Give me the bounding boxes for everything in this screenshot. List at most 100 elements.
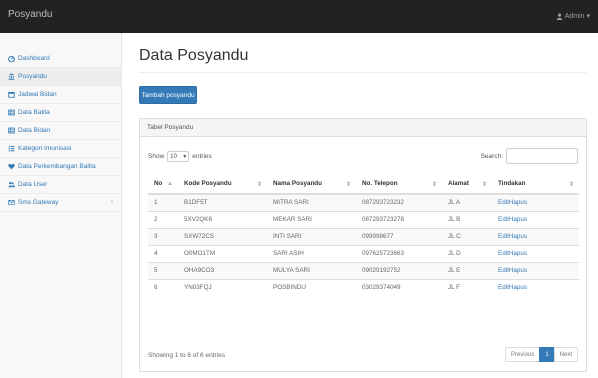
- sort-icon: ⇕: [568, 182, 574, 188]
- show-label: Show: [148, 153, 165, 160]
- cell-telepon: 099998677: [356, 227, 442, 245]
- cell-no: 1: [148, 193, 178, 211]
- delete-link[interactable]: Hapus: [509, 199, 527, 206]
- cell-tindakan: EditHapus: [492, 261, 579, 279]
- sidebar-item-sms-gateway[interactable]: Sms Gateway ‹: [0, 194, 121, 212]
- sidebar-item-data-balita[interactable]: Data Balita: [0, 104, 121, 122]
- cell-tindakan: EditHapus: [492, 278, 579, 296]
- sort-asc-icon: ▲: [167, 181, 173, 187]
- cell-telepon: 09029192752: [356, 261, 442, 279]
- sort-icon: ⇕: [256, 182, 262, 188]
- column-header-telepon[interactable]: No. Telepon ⇕: [356, 174, 442, 195]
- sidebar-item-label: Dashboard: [18, 55, 50, 62]
- posyandu-panel: Tabel Posyandu Show 10 ▾ entries Search:…: [139, 118, 587, 372]
- column-header-kode[interactable]: Kode Posyandu ⇕: [178, 174, 267, 195]
- cell-no: 6: [148, 278, 178, 296]
- heart-icon: [8, 163, 15, 170]
- table-row: 3 SXW72CS INTI SARI 099998677 JL C EditH…: [148, 227, 579, 245]
- add-posyandu-button[interactable]: Tambah posyandu: [139, 86, 197, 104]
- table-info: Showing 1 to 6 of 6 entries: [148, 352, 225, 359]
- edit-link[interactable]: Edit: [498, 216, 509, 223]
- cell-kode: 5XV2QK6: [178, 210, 267, 228]
- table-row: 5 OHA9CO3 MULYA SARI 09029192752 JL E Ed…: [148, 261, 579, 279]
- sidebar-item-jadwal-bidan[interactable]: Jadwal Bidan: [0, 86, 121, 104]
- cell-alamat: JL B: [442, 210, 492, 228]
- edit-link[interactable]: Edit: [498, 233, 509, 240]
- cell-no: 3: [148, 227, 178, 245]
- column-header-no[interactable]: No ▲: [148, 174, 178, 195]
- sidebar-item-data-user[interactable]: Data User: [0, 176, 121, 194]
- panel-heading: Tabel Posyandu: [140, 119, 586, 137]
- cell-kode: YN03FQJ: [178, 278, 267, 296]
- table-row: 1 B1DF5T MITRA SARI 087293723232 JL A Ed…: [148, 193, 579, 211]
- column-header-alamat[interactable]: Alamat ⇕: [442, 174, 492, 195]
- column-header-nama[interactable]: Nama Posyandu ⇕: [267, 174, 356, 195]
- sidebar: Dashboard Posyandu Jadwal Bidan Data Bal…: [0, 33, 122, 378]
- list-icon: [8, 145, 15, 152]
- delete-link[interactable]: Hapus: [509, 216, 527, 223]
- sidebar-item-label: Posyandu: [18, 73, 47, 80]
- sidebar-item-label: Jadwal Bidan: [18, 91, 57, 98]
- users-icon: [8, 181, 15, 188]
- previous-page-button[interactable]: Previous: [504, 347, 541, 362]
- sidebar-item-label: Data Bidan: [18, 127, 51, 134]
- delete-link[interactable]: Hapus: [509, 250, 527, 257]
- page-length-control: Show 10 ▾ entries: [148, 151, 212, 162]
- cell-nama: MULYA SARI: [267, 261, 356, 279]
- cell-kode: B1DF5T: [178, 193, 267, 211]
- cell-telepon: 087293723278: [356, 210, 442, 228]
- cell-tindakan: EditHapus: [492, 193, 579, 211]
- user-icon: [556, 13, 562, 20]
- column-header-tindakan[interactable]: Tindakan ⇕: [492, 174, 579, 195]
- table-row: 4 O0MO1TM SARI ASIH 097625723663 JL D Ed…: [148, 244, 579, 262]
- cell-alamat: JL D: [442, 244, 492, 262]
- cell-nama: INTI SARI: [267, 227, 356, 245]
- chevron-left-icon: ‹: [111, 199, 113, 205]
- search-label: Search:: [480, 152, 503, 160]
- brand-title[interactable]: Posyandu: [8, 9, 52, 20]
- table-row: 2 5XV2QK6 MEKAR SARI 087293723278 JL B E…: [148, 210, 579, 228]
- page-size-value: 10: [170, 153, 177, 160]
- edit-link[interactable]: Edit: [498, 267, 509, 274]
- delete-link[interactable]: Hapus: [509, 233, 527, 240]
- sidebar-item-dashboard[interactable]: Dashboard: [0, 50, 121, 68]
- cell-nama: MITRA SARI: [267, 193, 356, 211]
- cell-alamat: JL F: [442, 278, 492, 296]
- sidebar-item-label: Data Balita: [18, 109, 50, 116]
- sidebar-item-label: Kategori Imunisasi: [18, 145, 72, 152]
- table-search: Search:: [481, 148, 578, 164]
- table-header-row: No ▲ Kode Posyandu ⇕ Nama Posyandu ⇕ No. Te…: [148, 174, 579, 195]
- sidebar-item-label: Data User: [18, 181, 48, 188]
- sidebar-item-kategori-imunisasi[interactable]: Kategori Imunisasi: [0, 140, 121, 158]
- cell-telepon: 087293723232: [356, 193, 442, 211]
- sidebar-item-posyandu[interactable]: Posyandu: [0, 68, 121, 86]
- edit-link[interactable]: Edit: [498, 199, 509, 206]
- bank-icon: [8, 73, 15, 80]
- user-menu[interactable]: Admin ▾: [556, 12, 590, 20]
- cell-tindakan: EditHapus: [492, 244, 579, 262]
- page-1-button[interactable]: 1: [539, 347, 555, 362]
- sort-icon: ⇕: [431, 182, 437, 188]
- table-icon: [8, 127, 15, 134]
- cell-no: 2: [148, 210, 178, 228]
- sidebar-item-label: Sms Gateway: [18, 199, 59, 206]
- sidebar-item-data-bidan[interactable]: Data Bidan: [0, 122, 121, 140]
- top-navbar: Posyandu Admin ▾: [0, 0, 598, 33]
- cell-nama: MEKAR SARI: [267, 210, 356, 228]
- delete-link[interactable]: Hapus: [509, 284, 527, 291]
- delete-link[interactable]: Hapus: [509, 267, 527, 274]
- sidebar-item-data-perkembangan-balita[interactable]: Data Perkembangan Balita: [0, 158, 121, 176]
- cell-nama: POSBINDU: [267, 278, 356, 296]
- dashboard-icon: [8, 55, 15, 62]
- cell-alamat: JL E: [442, 261, 492, 279]
- edit-link[interactable]: Edit: [498, 284, 509, 291]
- pagination: Previous 1 Next: [504, 347, 578, 362]
- next-page-button[interactable]: Next: [553, 347, 578, 362]
- page-size-select[interactable]: 10 ▾: [167, 151, 190, 162]
- cell-telepon: 097625723663: [356, 244, 442, 262]
- sidebar-item-label: Data Perkembangan Balita: [18, 163, 96, 170]
- caret-down-icon: ▾: [586, 13, 590, 20]
- cell-no: 4: [148, 244, 178, 262]
- search-input[interactable]: [506, 148, 578, 164]
- edit-link[interactable]: Edit: [498, 250, 509, 257]
